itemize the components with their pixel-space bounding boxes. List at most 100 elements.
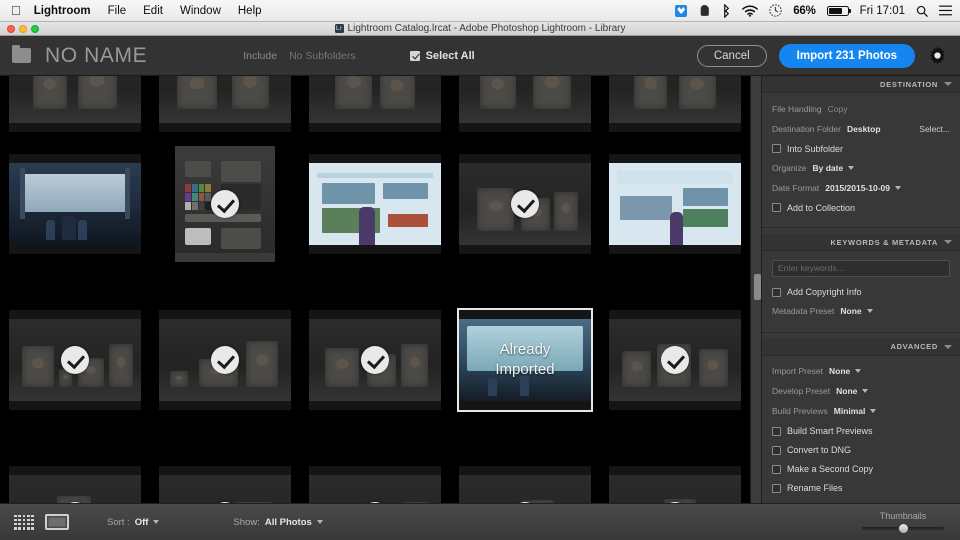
thumbnail-cell[interactable] [0, 438, 150, 503]
menu-item-help[interactable]: Help [238, 5, 262, 17]
evernote-icon[interactable] [698, 4, 711, 17]
subfolders-option[interactable]: No Subfolders [289, 50, 356, 62]
thumbnail-size-control[interactable]: Thumbnails [862, 511, 960, 534]
notification-center-icon[interactable] [939, 5, 952, 16]
selected-check-icon[interactable] [361, 346, 389, 374]
thumbnail-cell[interactable] [300, 438, 450, 503]
chevron-down-icon[interactable] [944, 240, 952, 244]
convert-to-dng-toggle[interactable]: Convert to DNG [772, 442, 950, 459]
rename-files-checkbox[interactable] [772, 483, 781, 493]
keywords-panel-header[interactable]: KEYWORDS & METADATA [762, 234, 960, 251]
panel-resize-handle[interactable] [753, 274, 761, 300]
add-copyright-toggle[interactable]: Add Copyright Info [772, 284, 950, 301]
destination-folder-label: Destination Folder [772, 123, 841, 134]
thumbnail-cell[interactable] [0, 282, 150, 438]
chevron-down-icon[interactable] [866, 309, 873, 313]
menu-item-window[interactable]: Window [180, 5, 221, 17]
lightroom-import-window:  Lightroom File Edit Window Help [0, 0, 960, 540]
destination-panel-header[interactable]: DESTINATION [762, 76, 960, 93]
keywords-input[interactable] [772, 259, 950, 277]
metadata-preset-row[interactable]: Metadata Preset None [772, 303, 950, 320]
build-smart-previews-checkbox[interactable] [772, 426, 781, 436]
bluetooth-icon[interactable] [722, 3, 731, 18]
close-button[interactable] [7, 24, 15, 33]
thumbnail-cell[interactable] [600, 438, 750, 503]
thumbnail-cell[interactable]: Already Imported [450, 282, 600, 438]
loupe-view-icon[interactable] [45, 514, 69, 530]
import-photos-button[interactable]: Import 231 Photos [778, 43, 915, 68]
grid-view-icon[interactable] [14, 514, 34, 530]
chevron-down-icon[interactable] [944, 344, 952, 349]
select-folder-link[interactable]: Select... [919, 124, 950, 134]
menu-item-edit[interactable]: Edit [143, 5, 163, 17]
date-format-row[interactable]: Date Format 2015/2015-10-09 [772, 179, 950, 196]
make-second-copy-checkbox[interactable] [772, 464, 781, 474]
build-smart-previews-toggle[interactable]: Build Smart Previews [772, 423, 950, 440]
already-imported-thumbnail[interactable]: Already Imported [457, 308, 593, 412]
search-icon[interactable] [916, 5, 928, 17]
menu-item-lightroom[interactable]: Lightroom [34, 5, 91, 17]
select-all-checkbox[interactable] [409, 50, 420, 61]
wifi-icon[interactable] [742, 4, 759, 17]
show-filter-control[interactable]: Show: All Photos [233, 517, 323, 528]
chevron-down-icon[interactable] [944, 82, 952, 86]
time-machine-icon[interactable] [769, 4, 782, 17]
chevron-down-icon[interactable] [855, 369, 862, 373]
thumbnail-cell[interactable] [300, 126, 450, 282]
thumbnail-cell[interactable] [450, 126, 600, 282]
minimize-button[interactable] [19, 24, 27, 33]
advanced-panel-header[interactable]: ADVANCED [762, 338, 960, 356]
advanced-panel: ADVANCED Import Preset None Develop Pres… [762, 338, 960, 503]
select-all-toggle[interactable]: Select All [409, 50, 475, 62]
selected-check-icon[interactable] [661, 346, 689, 374]
menu-bar-clock[interactable]: Fri 17:01 [860, 5, 905, 17]
into-subfolder-toggle[interactable]: Into Subfolder [772, 140, 950, 157]
menu-item-file[interactable]: File [108, 5, 127, 17]
source-name[interactable]: NO NAME [45, 44, 147, 68]
slider-knob[interactable] [898, 523, 909, 534]
dropbox-icon[interactable] [675, 4, 688, 17]
build-previews-row[interactable]: Build Previews Minimal [772, 403, 950, 420]
thumbnail-cell[interactable] [600, 282, 750, 438]
organize-value: By date [812, 162, 844, 173]
selected-check-icon[interactable] [511, 190, 539, 218]
rename-files-toggle[interactable]: Rename Files [772, 480, 950, 497]
selected-check-icon[interactable] [61, 346, 89, 374]
into-subfolder-checkbox[interactable] [772, 144, 781, 153]
gear-icon[interactable] [927, 45, 948, 66]
chevron-down-icon[interactable] [862, 389, 869, 393]
import-preset-row[interactable]: Import Preset None [772, 363, 950, 380]
thumbnail-cell[interactable] [150, 126, 300, 282]
thumbnail-cell[interactable] [450, 438, 600, 503]
convert-to-dng-checkbox[interactable] [772, 445, 781, 455]
chevron-down-icon[interactable] [153, 520, 160, 524]
add-to-collection-toggle[interactable]: Add to Collection [772, 199, 950, 216]
organize-row[interactable]: Organize By date [772, 159, 950, 176]
chevron-down-icon[interactable] [870, 409, 877, 413]
chevron-down-icon[interactable] [316, 520, 323, 524]
thumbnail-cell[interactable] [150, 438, 300, 503]
convert-to-dng-label: Convert to DNG [787, 445, 852, 455]
add-copyright-checkbox[interactable] [772, 287, 781, 297]
cancel-button[interactable]: Cancel [696, 44, 767, 67]
thumbnail-cell[interactable] [150, 282, 300, 438]
selected-check-icon[interactable] [211, 190, 239, 218]
thumbnails-slider[interactable] [862, 523, 944, 534]
thumbnail-cell[interactable] [300, 282, 450, 438]
develop-preset-row[interactable]: Develop Preset None [772, 383, 950, 400]
add-to-collection-checkbox[interactable] [772, 203, 781, 212]
make-second-copy-toggle[interactable]: Make a Second Copy [772, 461, 950, 478]
thumbnail-cell[interactable] [600, 126, 750, 282]
photo-grid[interactable]: Already Imported [0, 76, 750, 503]
panel-divider[interactable] [750, 76, 762, 503]
thumbnail-cell[interactable] [0, 126, 150, 282]
apple-icon[interactable]:  [11, 4, 21, 17]
bottom-toolbar: Sort : Off Show: All Photos Thumbnails [0, 503, 960, 540]
chevron-down-icon[interactable] [895, 185, 902, 190]
sort-control[interactable]: Sort : Off [107, 517, 160, 528]
selected-check-icon[interactable] [211, 346, 239, 374]
zoom-button[interactable] [31, 24, 39, 33]
into-subfolder-label: Into Subfolder [787, 143, 844, 154]
battery-icon[interactable] [826, 5, 851, 16]
chevron-down-icon[interactable] [848, 165, 855, 170]
